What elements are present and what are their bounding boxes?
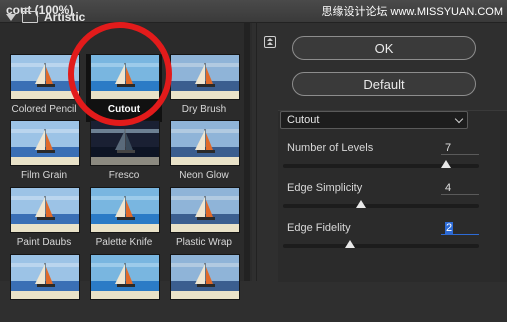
thumbnail-image [170, 254, 240, 300]
dry-brush-thumbnail [170, 54, 240, 100]
filter-thumbnail-cutout[interactable]: Cutout [86, 54, 162, 122]
param-value-field[interactable]: 2 [441, 221, 479, 235]
category-label: Artistic [44, 10, 86, 24]
filter-thumbnail-neon-glow[interactable]: Neon Glow [166, 120, 242, 188]
colored-pencil-thumbnail [10, 54, 80, 100]
ok-button[interactable]: OK [292, 36, 476, 60]
param-label: Edge Simplicity [287, 182, 363, 194]
category-artistic[interactable]: Artistic [6, 8, 85, 26]
param-label: Number of Levels [287, 142, 374, 154]
plastic-wrap-thumbnail [170, 187, 240, 233]
thumbnail-image [10, 254, 80, 300]
slider-knob[interactable] [344, 240, 355, 248]
param-value-field[interactable]: 7 [441, 141, 479, 155]
filter-thumbnail-dry-brush[interactable]: Dry Brush [166, 54, 242, 122]
filter-thumbnail-paint-daubs[interactable]: Paint Daubs [6, 187, 82, 255]
disclosure-triangle-icon[interactable] [6, 13, 16, 21]
palette-knife-thumbnail [90, 187, 160, 233]
default-button[interactable]: Default [292, 72, 476, 96]
filter-label: Paint Daubs [16, 237, 72, 248]
cutout-thumbnail [90, 54, 160, 100]
filter-label: Film Grain [20, 170, 68, 181]
filter-label: Dry Brush [181, 104, 227, 115]
thumbnail-image [90, 254, 160, 300]
param-slider[interactable] [283, 160, 479, 168]
filter-thumbnail-plastic-wrap[interactable]: Plastic Wrap [166, 187, 242, 255]
param-slider[interactable] [283, 200, 479, 208]
filter-label: Plastic Wrap [176, 237, 232, 248]
folder-icon [21, 8, 38, 23]
filter-thumbnail-partial[interactable] [6, 254, 82, 322]
param-value-field[interactable]: 4 [441, 181, 479, 195]
slider-knob[interactable] [356, 200, 367, 208]
neon-glow-thumbnail [170, 120, 240, 166]
filter-select-value: Cutout [287, 114, 320, 126]
filter-thumbnail-partial[interactable] [86, 254, 162, 322]
film-grain-thumbnail [10, 120, 80, 166]
filter-settings-panel [278, 110, 507, 282]
filter-select[interactable]: Cutout [280, 111, 468, 129]
paint-daubs-thumbnail [10, 187, 80, 233]
filter-label: Cutout [107, 104, 141, 115]
collapse-gallery-icon[interactable] [264, 36, 276, 48]
filter-thumbnail-palette-knife[interactable]: Palette Knife [86, 187, 162, 255]
watermark-text: 思缘设计论坛 www.MISSYUAN.COM [321, 6, 503, 18]
filter-thumbnail-fresco[interactable]: Fresco [86, 120, 162, 188]
filter-label: Palette Knife [95, 237, 153, 248]
param-slider[interactable] [283, 240, 479, 248]
filter-thumbnail-colored-pencil[interactable]: Colored Pencil [6, 54, 82, 122]
slider-knob[interactable] [440, 160, 451, 168]
filter-label: Colored Pencil [11, 104, 77, 115]
fresco-thumbnail [90, 120, 160, 166]
filter-label: Fresco [108, 170, 140, 181]
filter-thumbnail-film-grain[interactable]: Film Grain [6, 120, 82, 188]
filter-label: Neon Glow [179, 170, 229, 181]
param-label: Edge Fidelity [287, 222, 351, 234]
filter-thumbnail-partial[interactable] [166, 254, 242, 322]
chevron-down-icon [454, 114, 464, 124]
gallery-scrollbar[interactable] [244, 23, 250, 281]
